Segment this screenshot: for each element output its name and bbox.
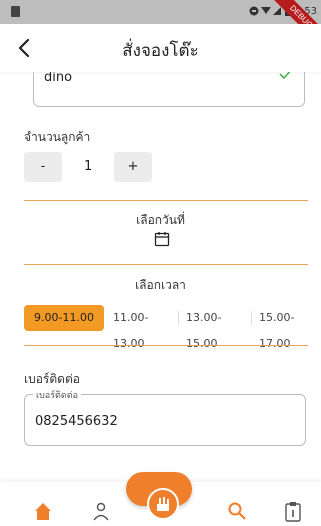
check-icon [278, 72, 294, 86]
calendar-icon[interactable] [154, 231, 170, 251]
phone-value: 0825456632 [35, 414, 118, 429]
app-bar: สั่งจองโต๊ะ [0, 24, 321, 72]
name-value: dino [44, 72, 73, 85]
booking-icon[interactable] [147, 488, 179, 520]
increment-button[interactable]: + [114, 152, 152, 182]
booking-form: dino จำนวนลูกค้า - 1 + เลือกวันที่ เลือก… [0, 72, 321, 482]
customers-label: จำนวนลูกค้า [24, 130, 91, 144]
customers-count: 1 [84, 159, 93, 174]
phone-section-label: เบอร์ติดต่อ [24, 372, 80, 386]
page-title: สั่งจองโต๊ะ [122, 41, 199, 61]
phone-field[interactable]: เบอร์ติดต่อ 0825456632 [24, 388, 306, 446]
date-label: เลือกวันที่ [136, 213, 185, 227]
time-label: เลือกเวลา [135, 278, 186, 292]
home-icon[interactable] [32, 500, 54, 526]
divider [24, 200, 308, 201]
time-slot[interactable]: 15.00-17.00 [259, 305, 294, 350]
time-slot[interactable]: 13.00-15.00 [186, 305, 221, 350]
phone-field-label: เบอร์ติดต่อ [33, 388, 81, 402]
decrement-button[interactable]: - [24, 152, 62, 182]
divider [24, 345, 308, 346]
sim-icon [11, 6, 20, 17]
time-slot-selected[interactable]: 9.00-11.00 [24, 305, 104, 331]
profile-icon[interactable] [90, 500, 112, 526]
name-field[interactable]: dino [33, 72, 305, 107]
search-icon[interactable] [226, 500, 248, 526]
status-bar: 53 [0, 0, 321, 24]
divider [24, 264, 308, 265]
slot-divider [178, 311, 179, 325]
time-slot[interactable]: 11.00-13.00 [113, 305, 148, 350]
slot-divider [251, 311, 252, 325]
clipboard-icon[interactable] [282, 500, 304, 526]
